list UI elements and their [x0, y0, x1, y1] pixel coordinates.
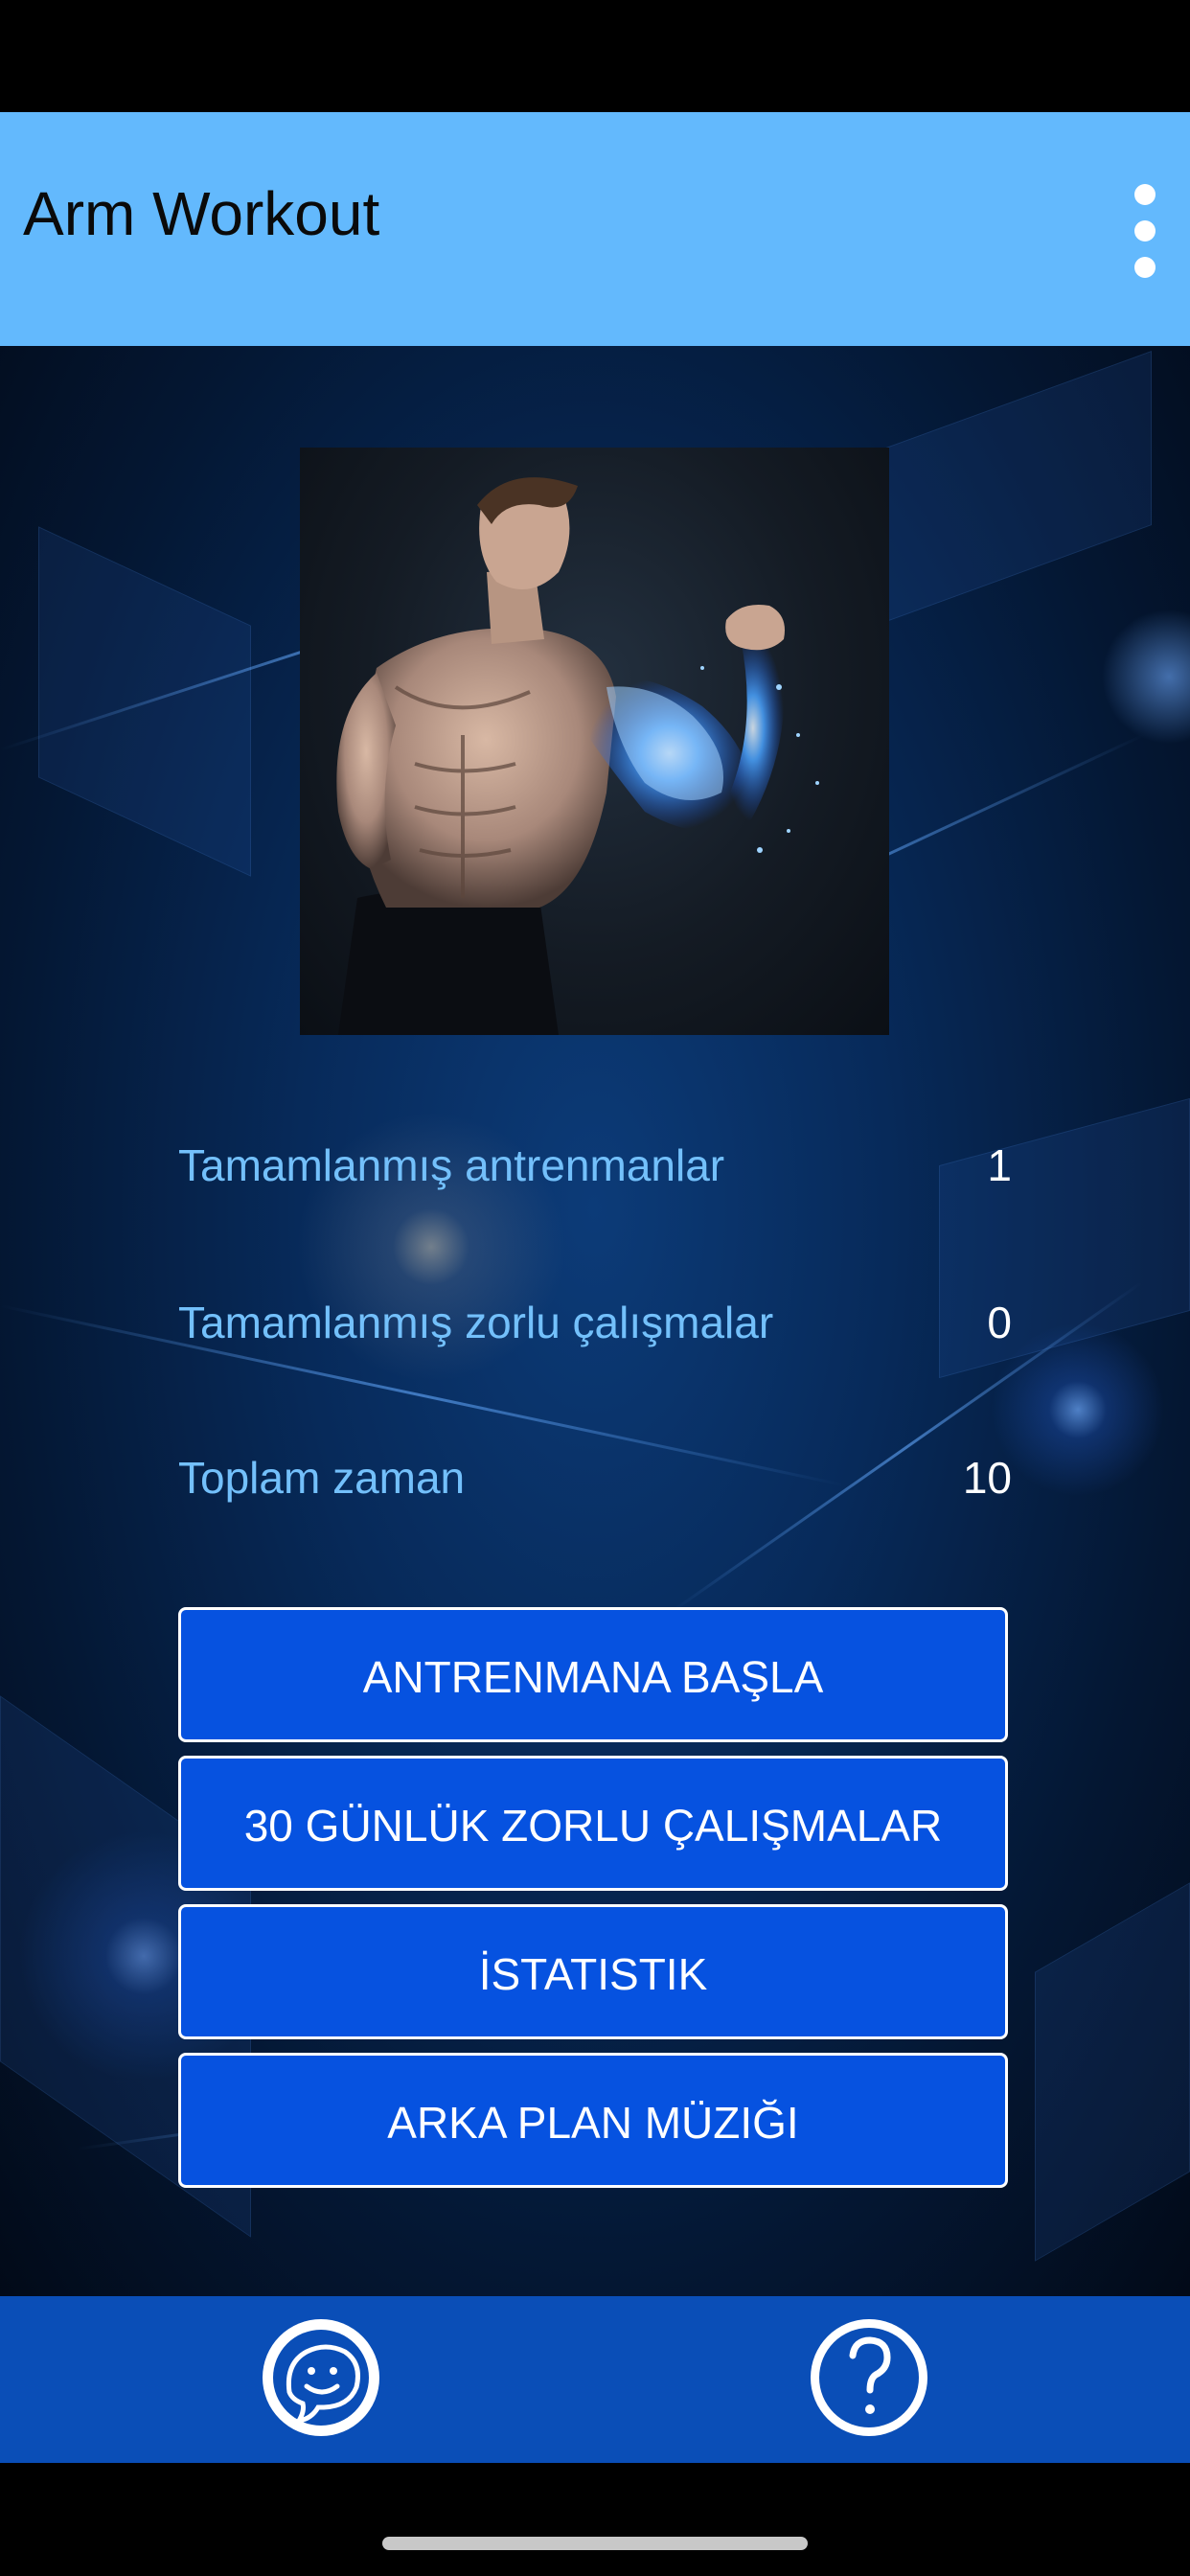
app-title: Arm Workout: [23, 179, 380, 248]
statistics-button[interactable]: İSTATISTIK: [178, 1904, 1008, 2039]
help-button[interactable]: [797, 2306, 941, 2450]
home-indicator-area: [0, 2463, 1190, 2576]
stat-row-completed-workouts: Tamamlanmış antrenmanlar 1: [178, 1132, 1012, 1199]
main-content: Tamamlanmış antrenmanlar 1 Tamamlanmış z…: [0, 346, 1190, 2296]
background-music-button[interactable]: ARKA PLAN MÜZIĞI: [178, 2053, 1008, 2188]
hero-image: [300, 448, 889, 1035]
flexing-man-photo: [336, 477, 819, 1035]
stat-row-completed-challenges: Tamamlanmış zorlu çalışmalar 0: [178, 1289, 1012, 1356]
background-panel: [862, 351, 1152, 631]
stat-label: Tamamlanmış antrenmanlar: [178, 1140, 725, 1190]
more-vertical-icon[interactable]: [1121, 178, 1171, 284]
feedback-button[interactable]: [249, 2306, 393, 2450]
background-panel: [1035, 1882, 1190, 2262]
status-bar: [0, 0, 1190, 112]
start-workout-button[interactable]: ANTRENMANA BAŞLA: [178, 1607, 1008, 1742]
stat-value: 1: [987, 1140, 1012, 1190]
stat-row-total-time: Toplam zaman 10: [178, 1444, 1012, 1511]
thirty-day-challenge-button[interactable]: 30 GÜNLÜK ZORLU ÇALIŞMALAR: [178, 1756, 1008, 1891]
home-indicator[interactable]: [382, 2537, 808, 2550]
chat-smiley-icon: [263, 2319, 379, 2436]
stat-label: Toplam zaman: [178, 1453, 466, 1503]
stat-value: 0: [987, 1298, 1012, 1347]
bottom-bar: [0, 2296, 1190, 2463]
question-mark-icon: [811, 2319, 927, 2436]
stat-label: Tamamlanmış zorlu çalışmalar: [178, 1298, 774, 1347]
stat-value: 10: [962, 1453, 1012, 1503]
